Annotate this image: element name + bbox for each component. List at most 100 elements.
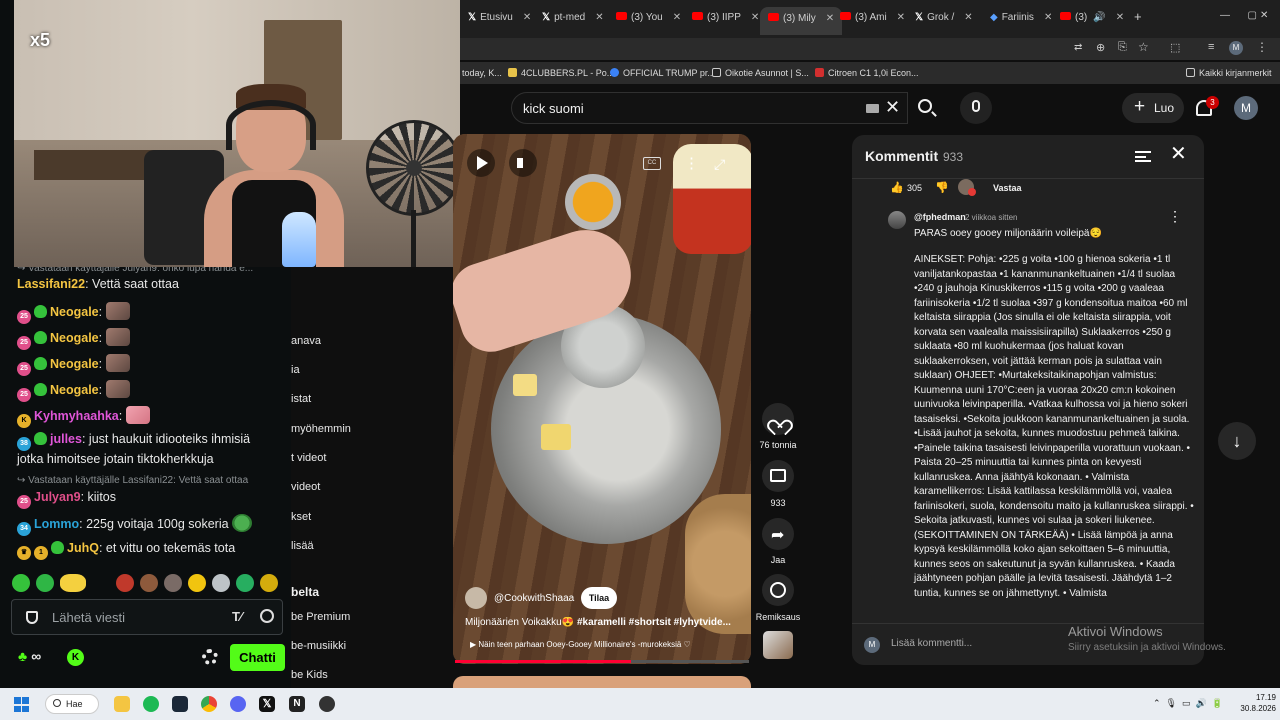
bookmark[interactable]: Citroen C1 1,0i Econ...	[815, 68, 919, 78]
short-related-link[interactable]: ▶ Näin teen parhaan Ooey-Gooey Millionai…	[470, 640, 745, 649]
sidebar-item[interactable]: kset	[291, 511, 311, 523]
browser-tab[interactable]: (3) You ✕	[616, 12, 681, 23]
share-button[interactable]: ➦	[762, 518, 794, 550]
browser-tab-active[interactable]: (3) Mily ✕	[760, 7, 843, 35]
sidebar-item[interactable]: be-musiikki	[291, 640, 346, 652]
channel-name[interactable]: @CookwithShaaa	[494, 593, 574, 604]
app-icon[interactable]: N	[289, 696, 305, 712]
zoom-icon[interactable]: ⊕	[1096, 41, 1105, 54]
commenter-avatar[interactable]	[888, 211, 906, 229]
sidebar-item[interactable]: be Premium	[291, 611, 350, 623]
emote-icon[interactable]	[12, 574, 30, 592]
thumbs-up-icon[interactable]: 👍	[890, 181, 904, 194]
bookmark[interactable]: today, K...	[462, 68, 502, 78]
comment-author[interactable]: @fphedman	[914, 212, 966, 222]
chat-message-input[interactable]: Lähetä viesti T⁄	[11, 599, 283, 635]
chat-send-button[interactable]: Chatti	[230, 644, 285, 671]
thumbs-down-icon[interactable]: 👎	[935, 181, 949, 194]
sidebar-item[interactable]: videot	[291, 481, 320, 493]
play-button[interactable]	[467, 149, 495, 177]
next-short-button[interactable]: ↓	[1218, 422, 1256, 460]
maximize-icon[interactable]: ▢	[1228, 10, 1256, 21]
profile-avatar[interactable]: M	[1229, 41, 1243, 55]
bookmark[interactable]: OFFICIAL TRUMP pr...	[610, 68, 715, 78]
new-tab-button[interactable]: +	[1134, 9, 1142, 24]
comment-menu-icon[interactable]: ⋮	[1168, 208, 1182, 225]
emote-icon[interactable]	[164, 574, 182, 592]
star-icon[interactable]: ☆	[1138, 40, 1149, 54]
close-window-icon[interactable]: ✕	[1260, 10, 1268, 21]
bookmark[interactable]: 4CLUBBERS.PL - Po...	[508, 68, 614, 78]
translate-icon[interactable]: T⁄	[232, 609, 242, 624]
account-avatar[interactable]: M	[1234, 96, 1258, 120]
file-explorer-icon[interactable]	[114, 696, 130, 712]
like-button[interactable]	[762, 403, 794, 435]
fullscreen-icon[interactable]: ⤢	[714, 156, 725, 173]
emote-icon[interactable]	[116, 574, 134, 592]
add-comment-input[interactable]: Lisää kommentti...	[891, 638, 972, 649]
sidebar-item[interactable]: istat	[291, 393, 311, 405]
obs-icon[interactable]	[319, 696, 335, 712]
windows-start-icon[interactable]	[14, 697, 29, 712]
browser-tab[interactable]: (3) IIPP ✕	[692, 12, 759, 23]
browser-tab[interactable]: (3) 🔊 ✕	[1060, 12, 1124, 23]
browser-tab[interactable]: 𝕏pt-med ✕	[542, 12, 604, 23]
sidebar-item[interactable]: anava	[291, 335, 321, 347]
video-progress-bar[interactable]	[455, 660, 749, 663]
steam-icon[interactable]	[172, 696, 188, 712]
browser-tab[interactable]: 𝕏 Etusivu ✕	[468, 12, 531, 23]
media-icon[interactable]: ≡	[1208, 41, 1214, 53]
more-options-icon[interactable]: ⋮	[684, 156, 699, 171]
remix-button[interactable]	[762, 574, 794, 606]
shield-icon[interactable]	[26, 611, 38, 624]
translate-icon[interactable]: ⇄	[1074, 42, 1082, 53]
sidebar-item[interactable]: t videot	[291, 452, 326, 464]
short-video-player[interactable]	[453, 134, 751, 664]
comments-button[interactable]	[762, 460, 794, 492]
voice-search-button[interactable]	[960, 92, 992, 124]
x-app-icon[interactable]: 𝕏	[259, 696, 275, 712]
captions-icon[interactable]: CC	[643, 157, 661, 170]
short-title[interactable]: Miljonäärien Voikakku😍 #karamelli #short…	[465, 617, 740, 628]
emote-icon[interactable]	[36, 574, 54, 592]
chrome-icon[interactable]	[201, 696, 217, 712]
system-tray[interactable]: ⌃ 🎙 ▭ 🔊 🔋	[1153, 698, 1223, 709]
bookmark[interactable]: Oikotie Asunnot | S...	[712, 68, 809, 78]
browser-tab[interactable]: ◆ Fariinis ✕	[990, 12, 1052, 23]
search-button[interactable]	[908, 92, 944, 124]
emoji-icon[interactable]	[260, 609, 274, 623]
browser-tab[interactable]: 𝕏 Grok / ✕	[915, 12, 973, 23]
create-button[interactable]: + Luo	[1122, 93, 1184, 123]
emote-icon[interactable]	[212, 574, 230, 592]
discord-icon[interactable]	[230, 696, 246, 712]
browser-tab[interactable]: (3) Ami ✕	[840, 12, 905, 23]
volume-button[interactable]	[509, 149, 537, 177]
all-bookmarks[interactable]: Kaikki kirjanmerkit	[1186, 68, 1272, 78]
install-icon[interactable]: ⎘	[1118, 41, 1127, 54]
emote-icon[interactable]	[236, 574, 254, 592]
emote-quick-bar[interactable]	[12, 572, 282, 594]
emote-icon[interactable]	[260, 574, 278, 592]
sound-thumbnail[interactable]	[763, 631, 793, 659]
extensions-icon[interactable]: ⬚	[1170, 41, 1180, 54]
sidebar-item[interactable]: lisää	[291, 540, 314, 552]
sidebar-item[interactable]: myöhemmin	[291, 423, 351, 435]
sidebar-item[interactable]: be Kids	[291, 669, 328, 681]
emote-icon[interactable]	[60, 574, 86, 592]
search-input[interactable]: kick suomi ✕	[511, 92, 908, 124]
taskbar-search[interactable]: Hae	[45, 694, 99, 714]
emote-icon[interactable]	[188, 574, 206, 592]
gear-icon[interactable]	[202, 649, 218, 665]
reply-button[interactable]: Vastaa	[993, 183, 1022, 193]
clear-search-icon[interactable]: ✕	[885, 97, 900, 118]
subscribe-button[interactable]: Tilaa	[581, 587, 617, 609]
emote-icon[interactable]	[140, 574, 158, 592]
taskbar-clock[interactable]: 17.19 30.8.2026	[1234, 692, 1276, 714]
sidebar-item[interactable]: ia	[291, 364, 300, 376]
menu-icon[interactable]: ⋮	[1256, 40, 1268, 54]
channel-avatar[interactable]	[465, 587, 487, 609]
kick-logo-icon[interactable]: K	[67, 649, 84, 666]
keyboard-icon[interactable]	[866, 104, 879, 113]
points-indicator[interactable]: ♣ ∞	[18, 648, 41, 664]
sort-icon[interactable]	[1135, 151, 1151, 162]
